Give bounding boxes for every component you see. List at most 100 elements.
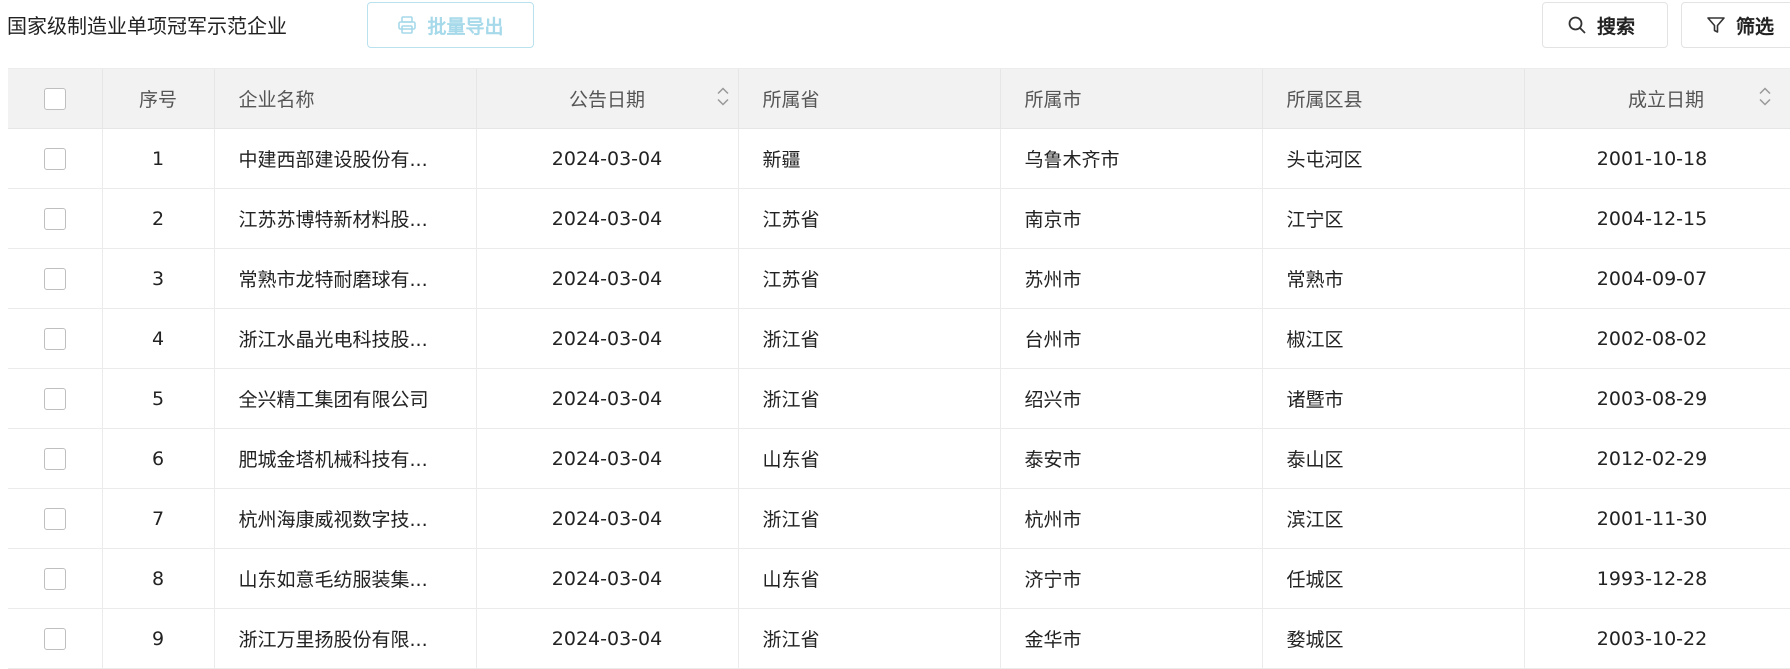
company-name[interactable]: 中建西部建设股份有... [239, 145, 453, 172]
search-button[interactable]: 搜索 [1542, 2, 1668, 48]
index-cell: 6 [102, 428, 215, 489]
table-row[interactable]: 1 中建西部建设股份有... 2024-03-04 新疆 乌鲁木齐市 头屯河区 … [8, 128, 1790, 189]
row-checkbox[interactable] [43, 327, 66, 350]
company-name[interactable]: 浙江万里扬股份有限... [239, 625, 453, 652]
batch-export-label: 批量导出 [427, 15, 504, 38]
row-checkbox[interactable] [43, 147, 66, 170]
established-cell: 2002-08-02 [1524, 308, 1790, 369]
row-checkbox[interactable] [43, 507, 66, 530]
column-header-announce-date[interactable]: 公告日期 [476, 69, 739, 129]
company-name[interactable]: 杭州海康威视数字技... [239, 505, 453, 532]
name-cell[interactable]: 浙江水晶光电科技股... [214, 308, 477, 369]
index-cell: 4 [102, 308, 215, 369]
district-cell: 头屯河区 [1262, 128, 1525, 189]
province-cell: 江苏省 [738, 188, 1001, 249]
row-select-cell [8, 128, 103, 189]
row-checkbox[interactable] [43, 567, 66, 590]
company-name[interactable]: 浙江水晶光电科技股... [239, 325, 453, 352]
name-cell[interactable]: 常熟市龙特耐磨球有... [214, 248, 477, 309]
table-row[interactable]: 2 江苏苏博特新材料股... 2024-03-04 江苏省 南京市 江宁区 20… [8, 188, 1790, 249]
row-checkbox[interactable] [43, 387, 66, 410]
name-cell[interactable]: 浙江万里扬股份有限... [214, 608, 477, 669]
filter-label: 筛选 [1736, 15, 1775, 38]
city-cell: 杭州市 [1000, 488, 1263, 549]
table-row[interactable]: 5 全兴精工集团有限公司 2024-03-04 浙江省 绍兴市 诸暨市 2003… [8, 368, 1790, 429]
index-cell: 2 [102, 188, 215, 249]
select-all-checkbox[interactable] [43, 87, 66, 110]
enterprise-table: 序号 企业名称 公告日期 所属省 所属市 所属区县 成立日期 1 中建西部建设股… [8, 68, 1790, 669]
row-checkbox[interactable] [43, 447, 66, 470]
row-checkbox[interactable] [43, 627, 66, 650]
row-checkbox[interactable] [43, 267, 66, 290]
table-row[interactable]: 6 肥城金塔机械科技有... 2024-03-04 山东省 泰安市 泰山区 20… [8, 428, 1790, 489]
name-cell[interactable]: 江苏苏博特新材料股... [214, 188, 477, 249]
province-cell: 山东省 [738, 428, 1001, 489]
sort-icon[interactable] [716, 85, 730, 112]
column-header-name: 企业名称 [214, 69, 477, 129]
established-cell: 2012-02-29 [1524, 428, 1790, 489]
table-row[interactable]: 9 浙江万里扬股份有限... 2024-03-04 浙江省 金华市 婺城区 20… [8, 608, 1790, 669]
row-select-cell [8, 608, 103, 669]
city-cell: 济宁市 [1000, 548, 1263, 609]
row-select-cell [8, 428, 103, 489]
district-cell: 江宁区 [1262, 188, 1525, 249]
district-cell: 婺城区 [1262, 608, 1525, 669]
row-select-cell [8, 188, 103, 249]
name-cell[interactable]: 全兴精工集团有限公司 [214, 368, 477, 429]
column-header-index: 序号 [102, 69, 215, 129]
company-name[interactable]: 常熟市龙特耐磨球有... [239, 265, 453, 292]
sort-icon[interactable] [1758, 85, 1772, 112]
announce-date-cell: 2024-03-04 [476, 248, 739, 309]
filter-button[interactable]: 筛选 [1681, 2, 1790, 48]
name-cell[interactable]: 中建西部建设股份有... [214, 128, 477, 189]
province-cell: 浙江省 [738, 308, 1001, 369]
district-cell: 任城区 [1262, 548, 1525, 609]
announce-date-cell: 2024-03-04 [476, 188, 739, 249]
name-cell[interactable]: 杭州海康威视数字技... [214, 488, 477, 549]
column-header-announce-date-label: 公告日期 [568, 89, 645, 111]
city-cell: 南京市 [1000, 188, 1263, 249]
company-name[interactable]: 全兴精工集团有限公司 [239, 385, 453, 412]
row-select-cell [8, 368, 103, 429]
search-label: 搜索 [1597, 15, 1636, 38]
district-cell: 滨江区 [1262, 488, 1525, 549]
index-cell: 5 [102, 368, 215, 429]
row-checkbox[interactable] [43, 207, 66, 230]
company-name[interactable]: 江苏苏博特新材料股... [239, 205, 453, 232]
district-cell: 常熟市 [1262, 248, 1525, 309]
row-select-cell [8, 308, 103, 369]
table-row[interactable]: 3 常熟市龙特耐磨球有... 2024-03-04 江苏省 苏州市 常熟市 20… [8, 248, 1790, 309]
table-row[interactable]: 8 山东如意毛纺服装集... 2024-03-04 山东省 济宁市 任城区 19… [8, 548, 1790, 609]
province-cell: 山东省 [738, 548, 1001, 609]
table-row[interactable]: 7 杭州海康威视数字技... 2024-03-04 浙江省 杭州市 滨江区 20… [8, 488, 1790, 549]
city-cell: 泰安市 [1000, 428, 1263, 489]
city-cell: 乌鲁木齐市 [1000, 128, 1263, 189]
established-cell: 1993-12-28 [1524, 548, 1790, 609]
announce-date-cell: 2024-03-04 [476, 488, 739, 549]
city-cell: 台州市 [1000, 308, 1263, 369]
announce-date-cell: 2024-03-04 [476, 548, 739, 609]
column-header-established[interactable]: 成立日期 [1524, 69, 1790, 129]
name-cell[interactable]: 肥城金塔机械科技有... [214, 428, 477, 489]
announce-date-cell: 2024-03-04 [476, 608, 739, 669]
table-header-row: 序号 企业名称 公告日期 所属省 所属市 所属区县 成立日期 [8, 69, 1790, 129]
established-cell: 2004-09-07 [1524, 248, 1790, 309]
company-name[interactable]: 肥城金塔机械科技有... [239, 445, 453, 472]
district-cell: 诸暨市 [1262, 368, 1525, 429]
printer-icon [397, 15, 417, 35]
province-cell: 浙江省 [738, 608, 1001, 669]
province-cell: 江苏省 [738, 248, 1001, 309]
province-cell: 浙江省 [738, 488, 1001, 549]
index-cell: 3 [102, 248, 215, 309]
established-cell: 2003-08-29 [1524, 368, 1790, 429]
established-cell: 2001-11-30 [1524, 488, 1790, 549]
column-header-established-label: 成立日期 [1627, 89, 1704, 111]
table-row[interactable]: 4 浙江水晶光电科技股... 2024-03-04 浙江省 台州市 椒江区 20… [8, 308, 1790, 369]
column-header-province: 所属省 [738, 69, 1001, 129]
row-select-cell [8, 488, 103, 549]
city-cell: 苏州市 [1000, 248, 1263, 309]
district-cell: 椒江区 [1262, 308, 1525, 369]
batch-export-button[interactable]: 批量导出 [367, 2, 534, 48]
company-name[interactable]: 山东如意毛纺服装集... [239, 565, 453, 592]
name-cell[interactable]: 山东如意毛纺服装集... [214, 548, 477, 609]
